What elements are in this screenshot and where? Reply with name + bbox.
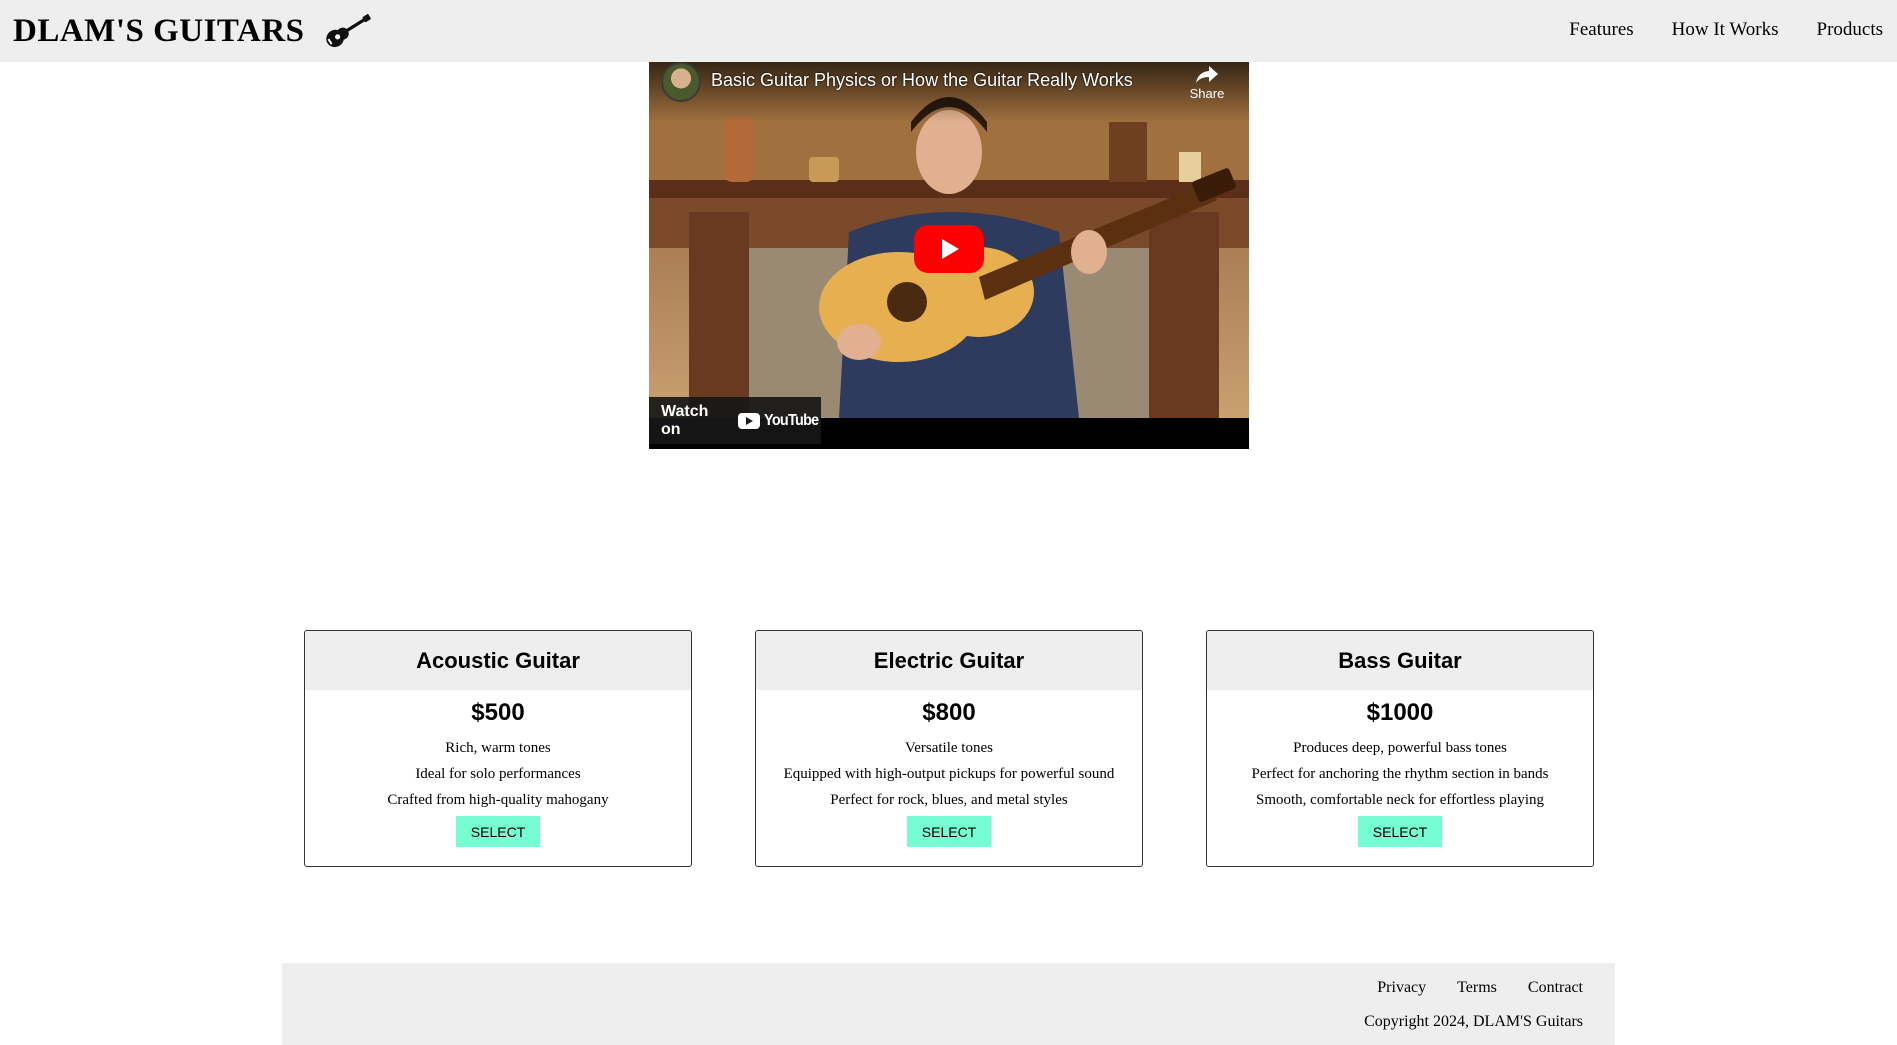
card-feature: Smooth, comfortable neck for effortless …: [1256, 792, 1544, 808]
nav-link-features[interactable]: Features: [1569, 18, 1633, 42]
video-title-bar: Basic Guitar Physics or How the Guitar R…: [649, 62, 1249, 122]
card-feature: Ideal for solo performances: [415, 766, 581, 782]
select-button[interactable]: SELECT: [456, 816, 540, 847]
card-feature: Perfect for anchoring the rhythm section…: [1251, 766, 1549, 782]
share-label: Share: [1189, 86, 1225, 101]
product-card-bass: Bass Guitar $1000 Produces deep, powerfu…: [1206, 630, 1594, 867]
video-title[interactable]: Basic Guitar Physics or How the Guitar R…: [711, 70, 1133, 91]
site-footer: Privacy Terms Contract Copyright 2024, D…: [282, 963, 1615, 1045]
card-title: Bass Guitar: [1338, 647, 1462, 673]
youtube-logo: YouTube: [737, 411, 821, 430]
play-icon: [942, 239, 959, 259]
card-feature: Crafted from high-quality mahogany: [387, 792, 609, 808]
play-button[interactable]: [914, 225, 984, 273]
card-title: Electric Guitar: [873, 647, 1025, 673]
guitar-icon: [325, 14, 371, 48]
card-header: Acoustic Guitar: [305, 631, 691, 690]
card-feature: Produces deep, powerful bass tones: [1293, 740, 1507, 756]
share-icon: [1196, 66, 1218, 83]
card-features: Rich, warm tones Ideal for solo performa…: [305, 735, 691, 813]
nav-link-products[interactable]: Products: [1817, 18, 1884, 42]
card-price: $1000: [1366, 699, 1434, 726]
card-feature: Perfect for rock, blues, and metal style…: [830, 792, 1068, 808]
footer-link-terms[interactable]: Terms: [1457, 978, 1497, 998]
channel-avatar[interactable]: [661, 62, 701, 102]
card-header: Bass Guitar: [1207, 631, 1593, 690]
video-embed[interactable]: Basic Guitar Physics or How the Guitar R…: [649, 62, 1249, 449]
footer-link-privacy[interactable]: Privacy: [1377, 978, 1426, 998]
product-card-electric: Electric Guitar $800 Versatile tones Equ…: [755, 630, 1143, 867]
card-feature: Versatile tones: [905, 740, 993, 756]
nav-link-how-it-works[interactable]: How It Works: [1672, 18, 1779, 42]
brand[interactable]: DLAM'S GUITARS: [13, 11, 373, 51]
footer-links: Privacy Terms Contract: [1377, 978, 1583, 998]
main-nav: Features How It Works Products: [1569, 18, 1883, 42]
watch-on-youtube-button[interactable]: Watch on YouTube: [649, 397, 821, 444]
card-header: Electric Guitar: [756, 631, 1142, 690]
youtube-play-icon: [737, 412, 760, 429]
card-features: Produces deep, powerful bass tones Perfe…: [1207, 735, 1593, 813]
site-header: DLAM'S GUITARS Features How It Works Pro…: [0, 0, 1897, 62]
copyright: Copyright 2024, DLAM'S Guitars: [1364, 1013, 1583, 1030]
card-title: Acoustic Guitar: [416, 647, 580, 673]
card-feature: Equipped with high-output pickups for po…: [783, 766, 1115, 782]
card-feature: Rich, warm tones: [445, 740, 551, 756]
youtube-logo-text: YouTube: [763, 411, 819, 429]
card-price: $500: [471, 699, 525, 726]
card-features: Versatile tones Equipped with high-outpu…: [756, 735, 1142, 813]
card-price: $800: [922, 699, 976, 726]
select-button[interactable]: SELECT: [907, 816, 991, 847]
watch-on-label: Watch on: [661, 402, 709, 438]
select-button[interactable]: SELECT: [1358, 816, 1442, 847]
product-card-acoustic: Acoustic Guitar $500 Rich, warm tones Id…: [304, 630, 692, 867]
brand-name[interactable]: DLAM'S GUITARS: [13, 11, 305, 51]
footer-link-contract[interactable]: Contract: [1528, 978, 1583, 998]
share-button[interactable]: Share: [1182, 64, 1232, 110]
